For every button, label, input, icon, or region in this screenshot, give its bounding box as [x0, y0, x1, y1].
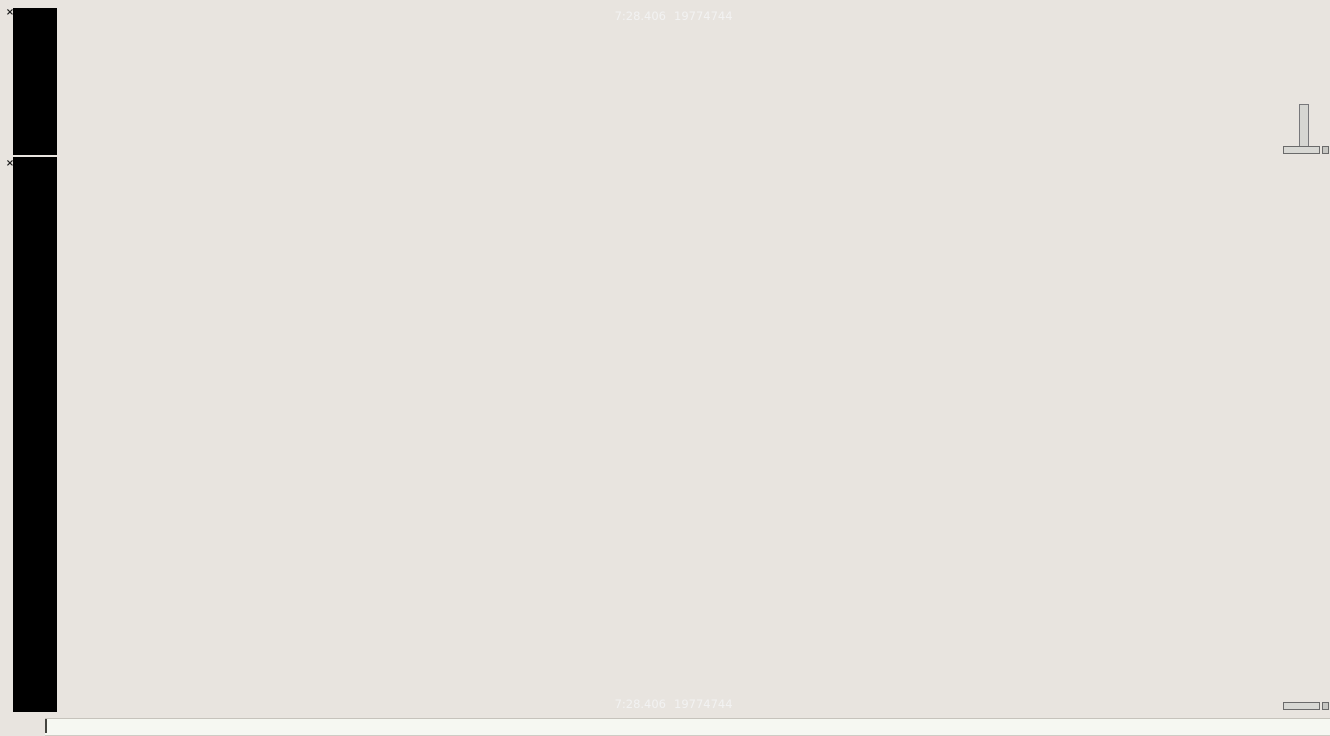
- waveform-overview-strip[interactable]: [45, 718, 1330, 736]
- spectrogram-canvas-bottom[interactable]: [57, 157, 1330, 712]
- horizontal-zoom-bar-top[interactable]: [1283, 146, 1320, 154]
- app-window: × 7:28.406 19774744 × 7:28.406 19774744: [0, 0, 1330, 736]
- spectrogram-canvas-top[interactable]: [57, 8, 1330, 155]
- waveform-canvas: [45, 719, 1330, 733]
- horizontal-zoom-bar-bottom[interactable]: [1283, 702, 1320, 710]
- vertical-scrollbar-thumb[interactable]: [1299, 104, 1309, 152]
- zoom-bar-knob-top[interactable]: [1322, 146, 1329, 154]
- zoom-bar-knob-bottom[interactable]: [1322, 702, 1329, 710]
- bottom-frequency-axis: [13, 157, 57, 712]
- view-range-box-2[interactable]: [45, 719, 47, 733]
- zoom-level-indicator[interactable]: [1312, 99, 1326, 152]
- top-frequency-axis: [13, 8, 57, 155]
